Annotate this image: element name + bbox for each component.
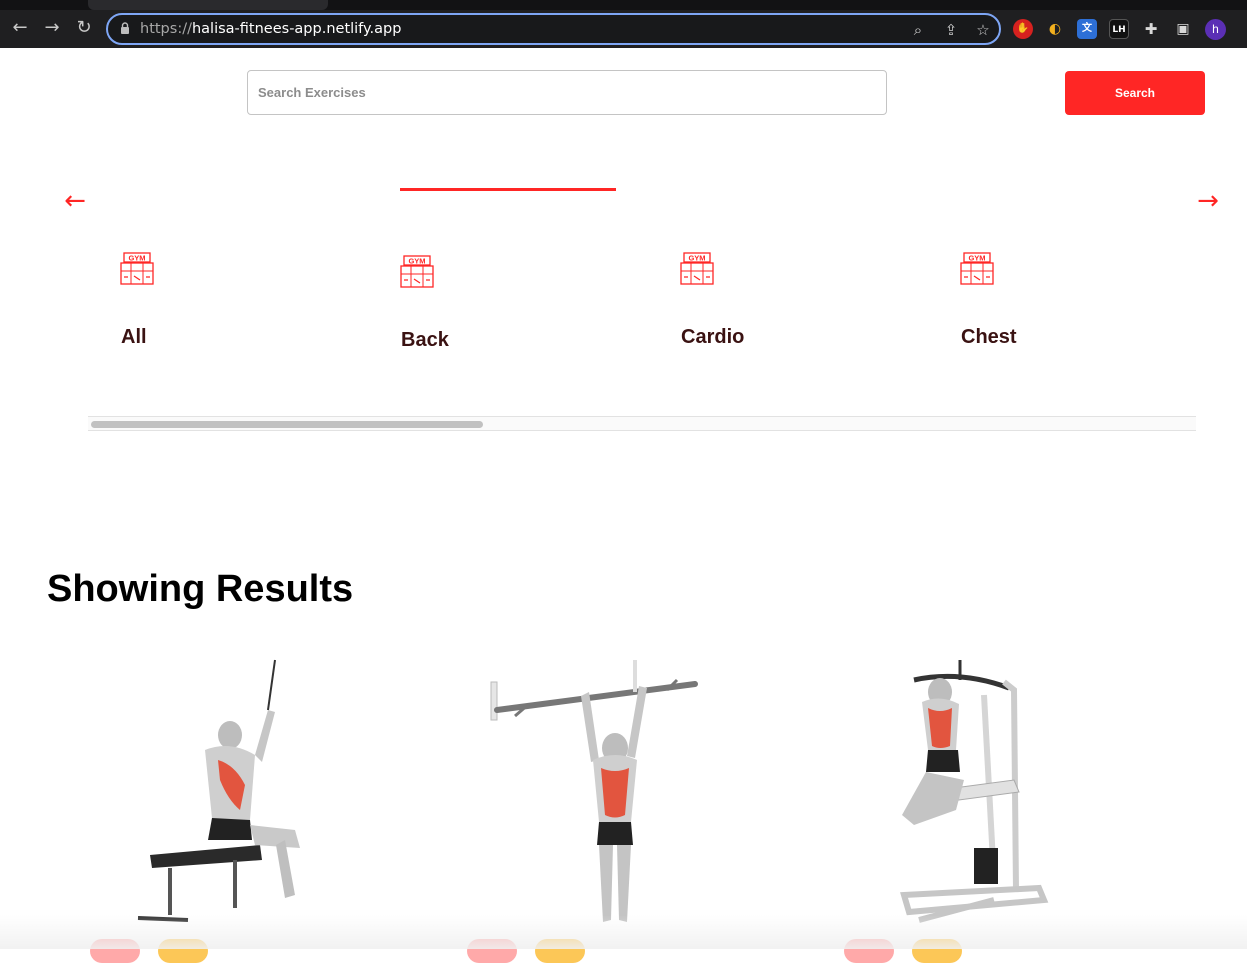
tag-pill-red[interactable]	[467, 939, 517, 963]
gym-icon: GYM	[120, 252, 154, 285]
extension-q-icon[interactable]: ◐	[1045, 19, 1065, 39]
lighthouse-icon[interactable]: LH	[1109, 19, 1129, 39]
svg-text:GYM: GYM	[688, 254, 705, 263]
category-label: All	[121, 326, 147, 348]
right-arrow-icon[interactable]: →	[1193, 186, 1223, 216]
bookmark-star-icon[interactable]: ☆	[973, 20, 993, 40]
scrollbar-thumb[interactable]	[91, 421, 483, 428]
svg-text:GYM: GYM	[408, 257, 425, 266]
exercise-image	[900, 660, 1049, 923]
tag-pill-yellow[interactable]	[912, 939, 962, 963]
svg-text:GYM: GYM	[128, 254, 145, 263]
exercise-card[interactable]	[467, 650, 767, 963]
results-title: Showing Results	[47, 568, 354, 610]
category-card-cardio[interactable]: GYM Cardio	[680, 252, 880, 362]
category-label: Back	[401, 329, 449, 351]
carousel-scrollbar[interactable]	[88, 416, 1196, 431]
category-card-all[interactable]: GYM All	[120, 252, 320, 362]
tag-pill-yellow[interactable]	[158, 939, 208, 963]
address-bar[interactable]: https://halisa-fitnees-app.netlify.app ⌕…	[106, 13, 1001, 45]
gym-icon: GYM	[960, 252, 994, 285]
search-button[interactable]: Search	[1065, 71, 1205, 115]
category-label: Chest	[961, 326, 1017, 348]
translate-icon[interactable]: 文	[1077, 19, 1097, 39]
sidebar-icon[interactable]: ▣	[1173, 19, 1193, 39]
svg-text:GYM: GYM	[968, 254, 985, 263]
tab-active[interactable]	[88, 0, 328, 10]
category-label: Cardio	[681, 326, 745, 348]
back-arrow-icon[interactable]: ←	[8, 16, 32, 40]
reload-icon[interactable]: ↻	[72, 16, 96, 40]
zoom-icon[interactable]: ⌕	[908, 20, 928, 40]
left-arrow-icon[interactable]: ←	[60, 186, 90, 216]
tag-pill-red[interactable]	[90, 939, 140, 963]
exercise-card[interactable]	[90, 650, 390, 963]
search-input[interactable]	[247, 70, 887, 115]
gym-icon: GYM	[400, 255, 434, 288]
category-card-chest[interactable]: GYM Chest	[960, 252, 1160, 362]
exercise-card[interactable]	[844, 650, 1144, 963]
exercise-image	[490, 660, 698, 922]
tab-strip	[0, 0, 1247, 10]
lock-icon	[121, 22, 129, 34]
tag-pill-yellow[interactable]	[535, 939, 585, 963]
tag-pill-red[interactable]	[844, 939, 894, 963]
puzzle-icon[interactable]: ✚	[1141, 19, 1161, 39]
adblock-icon[interactable]: ✋	[1013, 19, 1033, 39]
profile-avatar[interactable]: h	[1205, 19, 1226, 40]
gym-icon: GYM	[680, 252, 714, 285]
url-text: https://halisa-fitnees-app.netlify.app	[140, 21, 402, 37]
active-category-indicator	[400, 188, 616, 191]
browser-toolbar: ← → ↻ https://halisa-fitnees-app.netlify…	[0, 0, 1247, 48]
forward-arrow-icon[interactable]: →	[40, 16, 64, 40]
share-icon[interactable]: ⇪	[941, 20, 961, 40]
exercise-image	[137, 659, 300, 922]
category-card-back[interactable]: GYM Back	[400, 255, 600, 365]
